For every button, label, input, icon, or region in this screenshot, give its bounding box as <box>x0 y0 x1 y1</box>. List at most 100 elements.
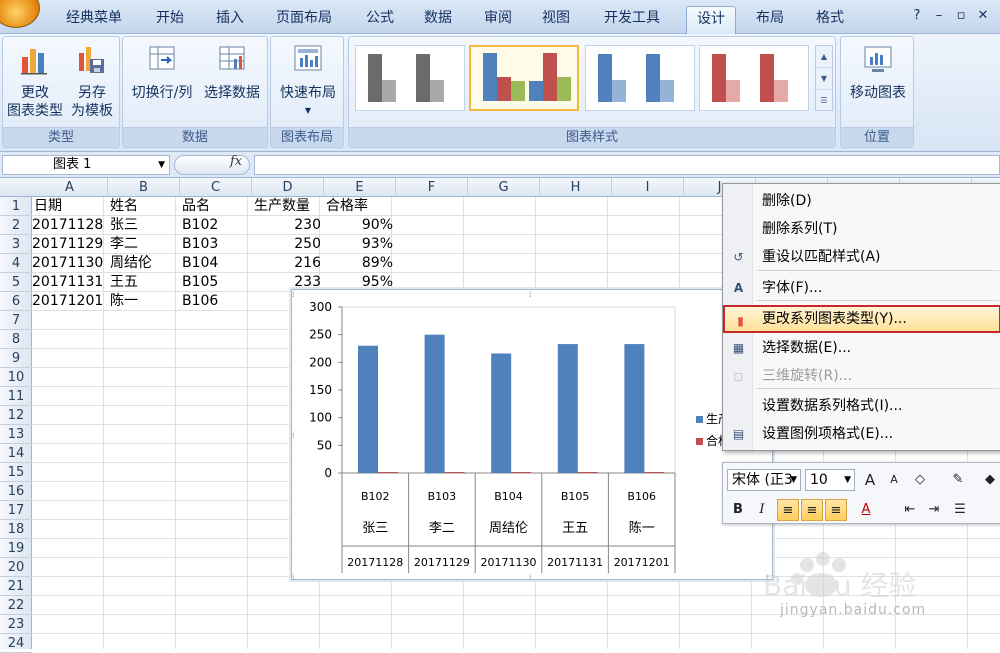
table-cell[interactable]: B104 <box>182 254 252 273</box>
row-header-14[interactable]: 14 <box>0 444 32 463</box>
table-cell[interactable]: 陈一 <box>110 292 180 311</box>
table-cell[interactable]: 20171131 <box>32 273 106 292</box>
chevron-down-icon[interactable]: ▼ <box>158 156 165 174</box>
row-header-19[interactable]: 19 <box>0 539 32 558</box>
row-header-8[interactable]: 8 <box>0 330 32 349</box>
tab-classic-menu[interactable]: 经典菜单 <box>56 6 132 32</box>
column-header-e[interactable]: E <box>324 178 396 197</box>
row-header-12[interactable]: 12 <box>0 406 32 425</box>
table-cell[interactable]: B103 <box>182 235 252 254</box>
save-as-template-button[interactable]: 另存 为模板 <box>67 43 117 120</box>
table-cell[interactable]: 90% <box>326 216 396 235</box>
chevron-down-icon[interactable]: ▼ <box>790 470 797 490</box>
table-cell[interactable]: 20171130 <box>32 254 106 273</box>
decrease-indent-icon[interactable]: ⇤ <box>899 499 921 521</box>
shrink-font-button[interactable]: A <box>883 469 905 491</box>
embedded-chart[interactable]: 0 50 100 150 200 250 300 B102 张三 20171128 B103 李二 20… <box>291 289 773 581</box>
column-header-d[interactable]: D <box>252 178 324 197</box>
context-menu-item[interactable]: ↺ 重设以匹配样式(A) <box>723 243 1000 271</box>
row-header-5[interactable]: 5 <box>0 273 32 292</box>
context-menu-item[interactable]: 设置数据系列格式(I)... <box>723 392 1000 420</box>
quick-layout-button[interactable]: 快速布局 ▼ <box>273 43 343 120</box>
help-icon[interactable]: ? <box>906 8 928 23</box>
header-cell[interactable]: 姓名 <box>110 197 180 216</box>
insert-function-icon[interactable]: fx <box>230 154 242 169</box>
context-menu-item[interactable]: 删除系列(T) <box>723 215 1000 243</box>
header-cell[interactable]: 日期 <box>34 197 108 216</box>
tab-home[interactable]: 开始 <box>146 6 194 32</box>
table-cell[interactable]: 89% <box>326 254 396 273</box>
name-box[interactable]: 图表 1 ▼ <box>2 155 170 175</box>
table-cell[interactable]: 93% <box>326 235 396 254</box>
table-cell[interactable]: 230 <box>254 216 324 235</box>
chart-style-blue[interactable] <box>585 45 695 111</box>
tab-review[interactable]: 审阅 <box>474 6 522 32</box>
column-header-f[interactable]: F <box>396 178 468 197</box>
row-header-13[interactable]: 13 <box>0 425 32 444</box>
tab-page-layout[interactable]: 页面布局 <box>266 6 342 32</box>
scroll-down-icon[interactable]: ▼ <box>816 68 832 90</box>
row-header-1[interactable]: 1 <box>0 197 32 216</box>
bullets-icon[interactable]: ☰ <box>949 499 971 521</box>
tab-formulas[interactable]: 公式 <box>356 6 404 32</box>
gallery-more-icon[interactable]: ☰ <box>816 90 832 112</box>
column-header-b[interactable]: B <box>108 178 180 197</box>
row-header-23[interactable]: 23 <box>0 615 32 634</box>
table-cell[interactable]: 20171129 <box>32 235 106 254</box>
align-left-icon[interactable]: ≡ <box>777 499 799 521</box>
table-cell[interactable]: 20171201 <box>32 292 106 311</box>
table-cell[interactable]: 250 <box>254 235 324 254</box>
tab-design[interactable]: 设计 <box>686 6 736 34</box>
header-cell[interactable]: 生产数量 <box>254 197 324 216</box>
tab-data[interactable]: 数据 <box>414 6 462 32</box>
gallery-scroll[interactable]: ▲ ▼ ☰ <box>815 45 833 111</box>
context-menu-item[interactable]: 删除(D) <box>723 187 1000 215</box>
more-options-icon[interactable]: ◆ <box>979 469 1000 491</box>
chevron-down-icon[interactable]: ▼ <box>844 470 851 490</box>
tab-insert[interactable]: 插入 <box>206 6 254 32</box>
row-header-4[interactable]: 4 <box>0 254 32 273</box>
tab-developer[interactable]: 开发工具 <box>594 6 670 32</box>
select-data-button[interactable]: 选择数据 <box>199 43 265 102</box>
context-menu-item[interactable]: ▦ 选择数据(E)... <box>723 334 1000 362</box>
row-header-6[interactable]: 6 <box>0 292 32 311</box>
row-header-10[interactable]: 10 <box>0 368 32 387</box>
table-cell[interactable]: 王五 <box>110 273 180 292</box>
row-header-18[interactable]: 18 <box>0 520 32 539</box>
column-header-c[interactable]: C <box>180 178 252 197</box>
column-header-i[interactable]: I <box>612 178 684 197</box>
row-header-16[interactable]: 16 <box>0 482 32 501</box>
restore-icon[interactable]: ▫ <box>950 8 972 23</box>
tab-format[interactable]: 格式 <box>806 6 854 32</box>
column-header-a[interactable]: A <box>32 178 108 197</box>
close-icon[interactable]: ✕ <box>972 8 994 23</box>
column-header-h[interactable]: H <box>540 178 612 197</box>
font-name-select[interactable]: 宋体 (正3 ▼ <box>727 469 801 491</box>
font-color-button[interactable]: A <box>855 499 877 521</box>
header-cell[interactable]: 合格率 <box>326 197 396 216</box>
scroll-up-icon[interactable]: ▲ <box>816 46 832 68</box>
row-header-2[interactable]: 2 <box>0 216 32 235</box>
row-header-3[interactable]: 3 <box>0 235 32 254</box>
chart-style-colorful[interactable] <box>469 45 579 111</box>
bold-button[interactable]: B <box>727 499 749 521</box>
row-header-17[interactable]: 17 <box>0 501 32 520</box>
context-menu-item[interactable]: ▤ 设置图例项格式(E)... <box>723 420 1000 448</box>
office-button[interactable] <box>0 0 40 28</box>
grow-font-button[interactable]: A <box>859 469 881 491</box>
table-cell[interactable]: 20171128 <box>32 216 106 235</box>
change-chart-type-button[interactable]: 更改 图表类型 <box>7 43 63 120</box>
align-center-icon[interactable]: ≡ <box>801 499 823 521</box>
tab-layout[interactable]: 布局 <box>746 6 794 32</box>
row-header-11[interactable]: 11 <box>0 387 32 406</box>
column-header-g[interactable]: G <box>468 178 540 197</box>
formula-input[interactable] <box>254 155 1000 175</box>
tab-view[interactable]: 视图 <box>532 6 580 32</box>
move-chart-button[interactable]: 移动图表 <box>843 43 913 102</box>
chart-style-gray[interactable] <box>355 45 465 111</box>
context-menu-item[interactable]: ▮ 更改系列图表类型(Y)... <box>723 305 1000 333</box>
increase-indent-icon[interactable]: ⇥ <box>923 499 945 521</box>
table-cell[interactable]: 张三 <box>110 216 180 235</box>
row-header-20[interactable]: 20 <box>0 558 32 577</box>
context-menu-item[interactable]: A 字体(F)... <box>723 274 1000 302</box>
